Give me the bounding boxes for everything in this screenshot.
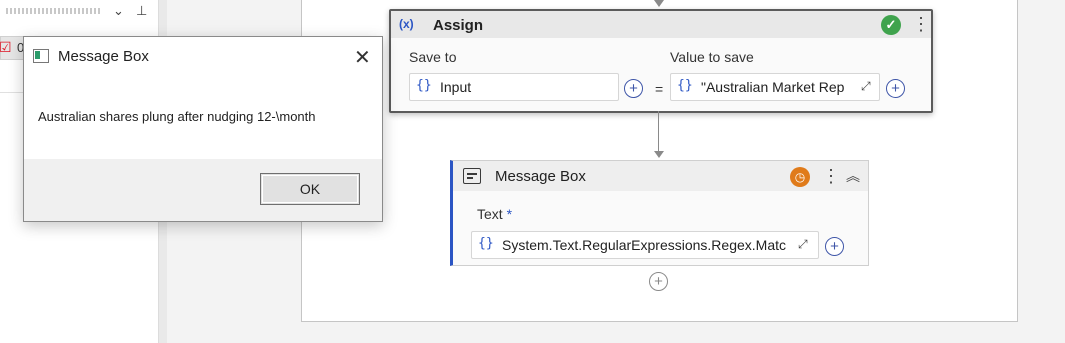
add-value-button[interactable]: + xyxy=(886,79,905,98)
expression-brace-icon: {} xyxy=(416,78,432,93)
expand-editor-icon[interactable]: ⤢ xyxy=(798,237,808,252)
expand-editor-icon[interactable]: ⤢ xyxy=(861,79,871,94)
message-box-header[interactable]: Message Box ◷ ⋮ ︽ xyxy=(453,161,868,191)
add-text-button[interactable]: + xyxy=(825,237,844,256)
collapse-icon[interactable]: ︽ xyxy=(846,166,860,186)
value-to-save-value: "Australian Market Rep xyxy=(701,79,845,95)
connector-arrow xyxy=(654,151,664,158)
assign-variable-icon: (x) xyxy=(399,17,414,31)
save-to-field[interactable]: {} Input xyxy=(409,73,619,101)
save-to-label: Save to xyxy=(409,49,457,65)
pin-icon[interactable]: ⊥ xyxy=(136,3,147,19)
assign-header[interactable]: (x) Assign ✓ ⋮ xyxy=(391,11,931,38)
connector-arrow xyxy=(654,0,664,7)
dialog-titlebar[interactable]: Message Box ✕ xyxy=(24,37,382,75)
close-icon[interactable]: ✕ xyxy=(354,45,371,69)
ok-button[interactable]: OK xyxy=(260,173,360,205)
text-label: Text * xyxy=(477,206,513,222)
required-mark: * xyxy=(506,206,513,222)
text-field[interactable]: {} System.Text.RegularExpressions.Regex.… xyxy=(471,231,819,259)
message-box-icon xyxy=(463,168,481,184)
more-options-icon[interactable]: ⋮ xyxy=(822,167,840,185)
text-field-value: System.Text.RegularExpressions.Regex.Mat… xyxy=(502,237,786,253)
value-to-save-label: Value to save xyxy=(670,49,754,65)
pending-clock-icon: ◷ xyxy=(790,167,810,187)
value-to-save-field[interactable]: {} "Australian Market Rep ⤢ xyxy=(670,73,880,101)
add-save-to-button[interactable]: + xyxy=(624,79,643,98)
equals-sign: = xyxy=(655,81,664,97)
app-icon xyxy=(33,49,49,63)
panel-drag-handle[interactable] xyxy=(6,8,102,14)
validation-check-icon: ✓ xyxy=(881,15,901,35)
chevron-down-icon[interactable]: ⌄ xyxy=(113,3,124,19)
checkbox-error-icon: ☑ xyxy=(0,39,12,55)
more-options-icon[interactable]: ⋮ xyxy=(912,15,930,33)
dialog-title: Message Box xyxy=(58,48,149,65)
connector-line xyxy=(658,111,659,153)
message-box-activity[interactable]: Message Box ◷ ⋮ ︽ Text * {} System.Text.… xyxy=(450,160,869,266)
assign-title: Assign xyxy=(433,17,484,34)
save-to-value: Input xyxy=(440,79,472,95)
dialog-footer: OK xyxy=(24,159,382,221)
dialog-body: Australian shares plung after nudging 12… xyxy=(24,75,382,158)
expression-brace-icon: {} xyxy=(677,78,693,93)
add-activity-button[interactable]: + xyxy=(649,272,668,291)
dialog-message: Australian shares plung after nudging 12… xyxy=(38,109,316,124)
message-box-title: Message Box xyxy=(495,168,586,185)
expression-brace-icon: {} xyxy=(478,236,494,251)
message-box-dialog: Message Box ✕ Australian shares plung af… xyxy=(23,36,383,222)
assign-activity[interactable]: (x) Assign ✓ ⋮ Save to Value to save {} … xyxy=(389,9,933,113)
